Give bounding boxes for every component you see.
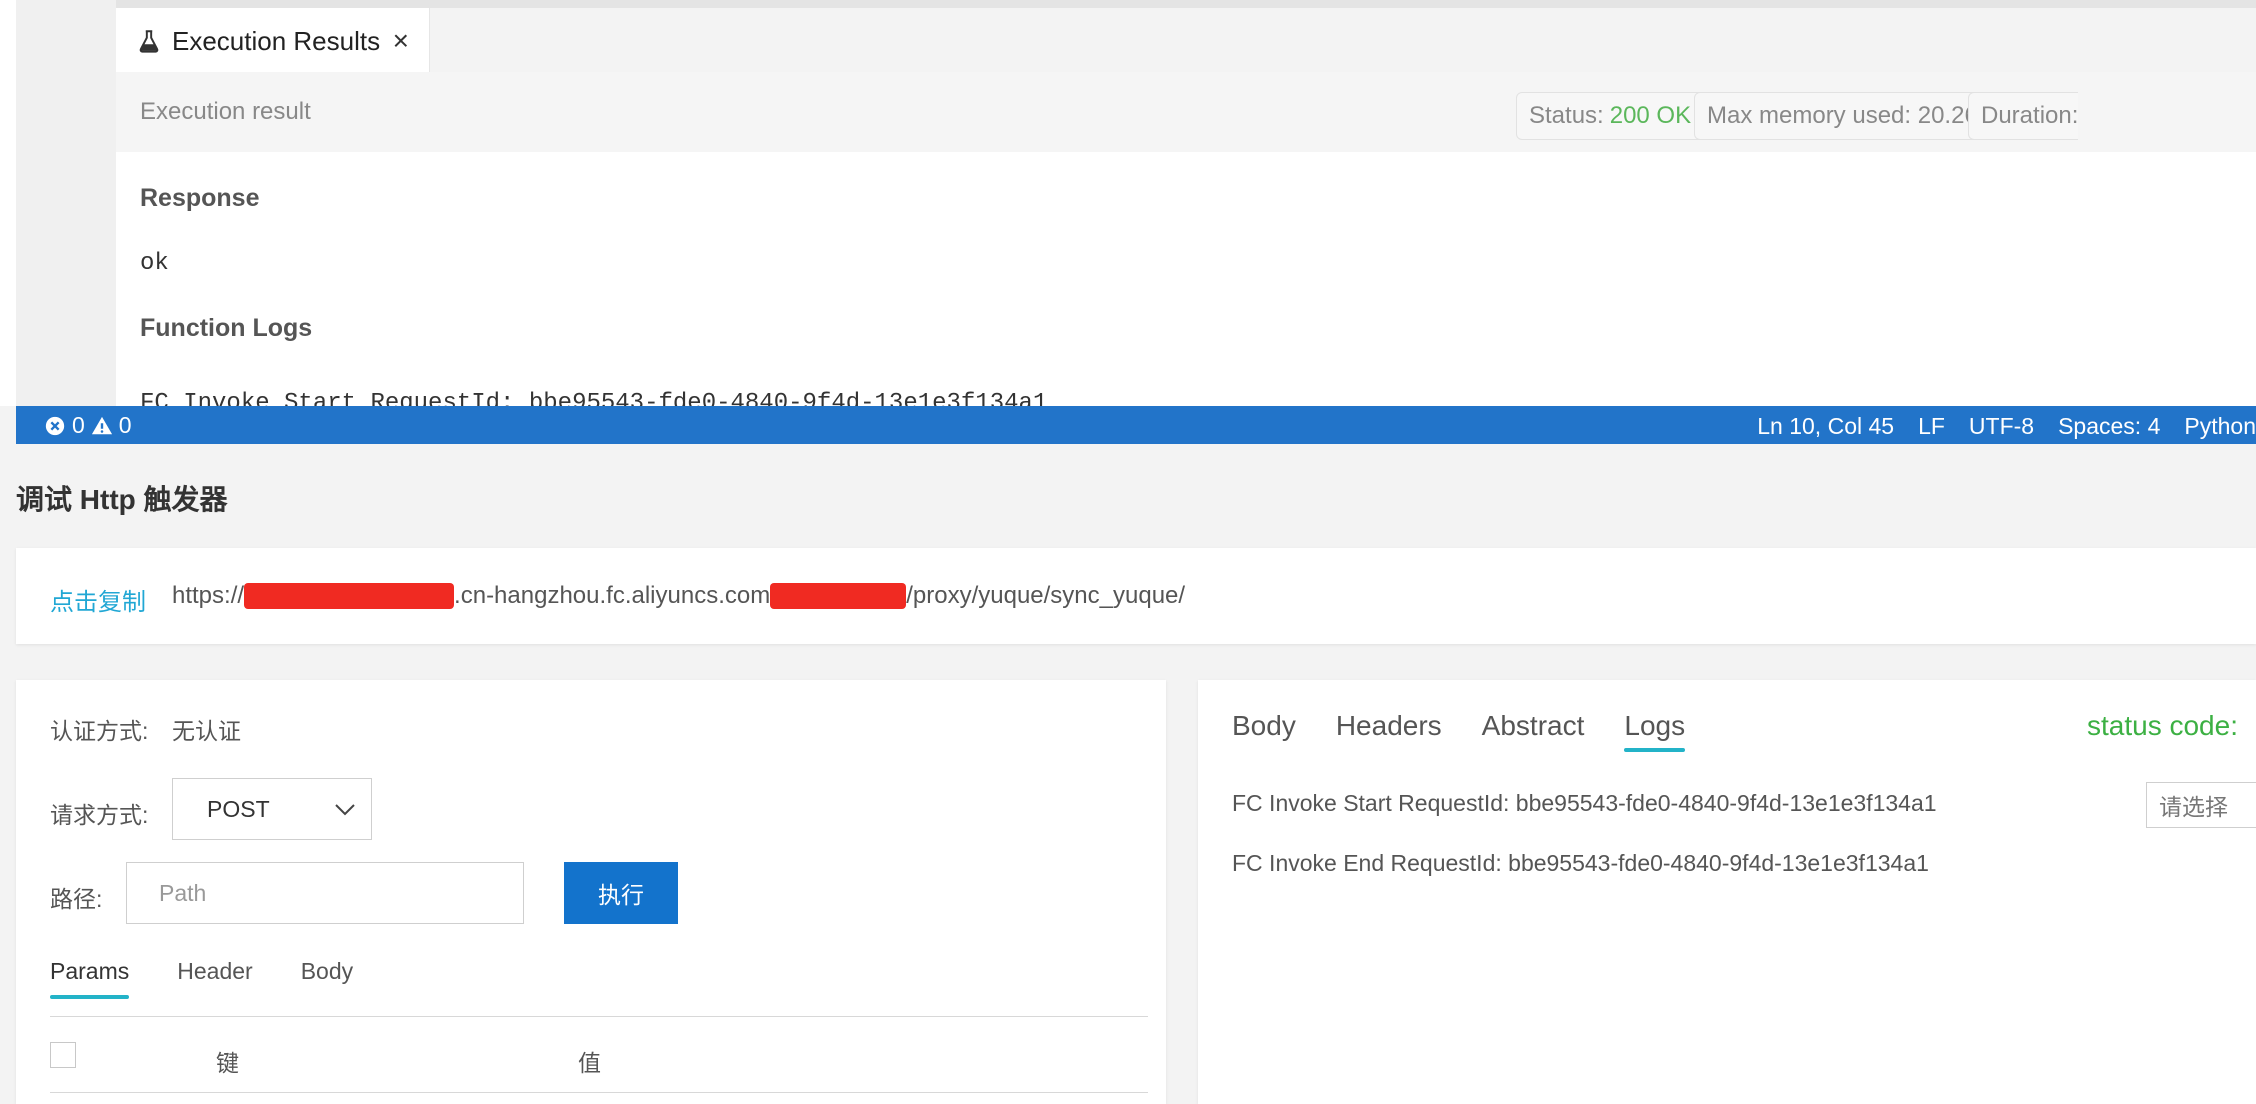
log-first-line: FC Invoke Start RequestId: bbe95543-fde0… <box>140 390 1048 406</box>
copy-url-link[interactable]: 点击复制 <box>50 582 146 617</box>
request-tabs: Params Header Body <box>50 958 353 999</box>
tab-response-abstract[interactable]: Abstract <box>1482 710 1585 746</box>
response-tabs: Body Headers Abstract Logs <box>1232 710 1685 752</box>
function-logs-heading: Function Logs <box>140 314 313 342</box>
tab-execution-results[interactable]: Execution Results × <box>116 8 430 74</box>
panel-top-border <box>116 0 2256 8</box>
url-prefix: https:// <box>172 582 245 609</box>
result-header-title: Execution result <box>140 98 311 125</box>
close-icon[interactable]: × <box>393 27 409 55</box>
redaction-mark <box>770 583 907 609</box>
http-trigger-debug: 调试 Http 触发器 点击复制 https:// .cn-hangzhou.f… <box>0 444 2256 1104</box>
page-title: 调试 Http 触发器 <box>16 484 228 515</box>
response-card: Body Headers Abstract Logs status code: … <box>1198 680 2256 1104</box>
log-select-placeholder: 请选择 <box>2159 794 2228 820</box>
status-code-label: status code: <box>2087 710 2238 741</box>
response-heading: Response <box>140 184 260 212</box>
line-ending[interactable]: LF <box>1918 413 1945 440</box>
duration-badge: Duration: <box>1968 92 2079 140</box>
auth-value: 无认证 <box>172 718 241 744</box>
result-header: Execution result Status: 200 OK Max memo… <box>116 72 2256 152</box>
tab-strip: Execution Results × <box>116 8 2256 74</box>
execution-results-panel: Execution Results × Execution result Sta… <box>116 8 2256 406</box>
flask-icon <box>139 30 159 53</box>
status-label: Status: <box>1529 102 1604 129</box>
tab-response-headers[interactable]: Headers <box>1336 710 1442 746</box>
auth-label: 认证方式: <box>50 718 149 744</box>
method-value: POST <box>207 795 270 822</box>
problems-indicator[interactable]: 0 0 <box>44 412 132 439</box>
warning-count: 0 <box>118 412 132 438</box>
column-header-value: 值 <box>578 1050 601 1076</box>
cursor-position[interactable]: Ln 10, Col 45 <box>1757 413 1894 440</box>
editor-gutter <box>16 0 116 406</box>
log-select[interactable]: 请选择 <box>2146 782 2256 828</box>
chevron-down-icon <box>335 804 355 816</box>
tab-body[interactable]: Body <box>301 958 353 993</box>
error-count: 0 <box>72 412 85 438</box>
warning-icon <box>91 416 112 434</box>
response-body: ok <box>140 250 169 277</box>
file-encoding[interactable]: UTF-8 <box>1969 413 2034 440</box>
tab-title: Execution Results <box>172 25 381 56</box>
tab-header[interactable]: Header <box>177 958 252 993</box>
table-divider <box>50 1092 1148 1093</box>
status-bar: 0 0 Ln 10, Col 45 LF UTF-8 Spaces: 4 Pyt… <box>16 406 2256 444</box>
request-card: 认证方式: 无认证 请求方式: POST 路径: 执行 Params Heade… <box>16 680 1166 1104</box>
url-middle: .cn-hangzhou.fc.aliyuncs.com <box>454 582 771 609</box>
log-line: FC Invoke Start RequestId: bbe95543-fde0… <box>1232 790 1937 816</box>
status-bar-right: Ln 10, Col 45 LF UTF-8 Spaces: 4 Python <box>1757 413 2256 440</box>
duration-text: Duration: <box>1981 102 2079 129</box>
method-select[interactable]: POST <box>172 778 372 840</box>
tabs-divider <box>50 1016 1148 1017</box>
status-badge: Status: 200 OK <box>1516 92 1705 140</box>
url-card: 点击复制 https:// .cn-hangzhou.fc.aliyuncs.c… <box>16 548 2256 644</box>
tab-params[interactable]: Params <box>50 958 130 999</box>
status-value: 200 OK <box>1609 102 1692 129</box>
column-header-key: 键 <box>216 1050 239 1076</box>
tab-response-logs[interactable]: Logs <box>1624 710 1685 752</box>
log-clip: FC Invoke Start RequestId: bbe95543-fde0… <box>116 378 2256 406</box>
tab-response-body[interactable]: Body <box>1232 710 1296 746</box>
left-edge <box>0 0 16 406</box>
select-all-checkbox[interactable] <box>50 1042 76 1068</box>
execute-button[interactable]: 执行 <box>564 862 678 924</box>
language-mode[interactable]: Python <box>2184 413 2256 440</box>
path-label: 路径: <box>50 886 103 912</box>
error-icon <box>45 416 65 435</box>
log-line: FC Invoke End RequestId: bbe95543-fde0-4… <box>1232 850 1929 876</box>
trigger-url: https:// .cn-hangzhou.fc.aliyuncs.com /p… <box>172 582 1185 610</box>
url-suffix: /proxy/yuque/sync_yuque/ <box>906 582 1186 609</box>
editor-area: Execution Results × Execution result Sta… <box>0 0 2256 406</box>
redaction-mark <box>244 583 455 609</box>
method-label: 请求方式: <box>50 802 149 828</box>
path-input[interactable] <box>126 862 524 924</box>
indentation[interactable]: Spaces: 4 <box>2058 413 2160 440</box>
